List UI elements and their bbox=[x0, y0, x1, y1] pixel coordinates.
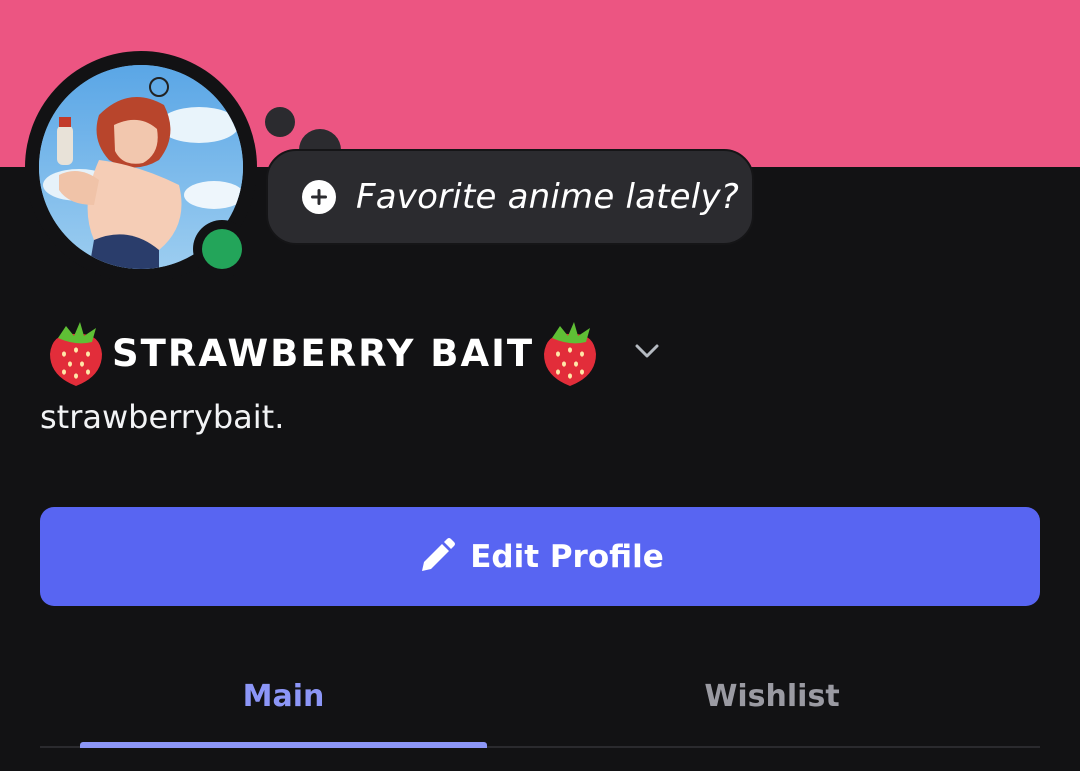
display-name: STRAWBERRY BAIT bbox=[112, 331, 535, 375]
custom-status-bubble[interactable]: Favorite anime lately? bbox=[266, 149, 754, 245]
profile-tabs: Main Wishlist bbox=[40, 650, 1040, 750]
status-bubble-dot-small bbox=[265, 107, 295, 137]
add-status-icon bbox=[302, 180, 336, 214]
strawberry-icon bbox=[544, 322, 597, 386]
username: strawberrybait. bbox=[40, 398, 285, 436]
edit-profile-label: Edit Profile bbox=[470, 538, 664, 575]
edit-profile-button[interactable]: Edit Profile bbox=[40, 507, 1040, 606]
profile-page: Favorite anime lately? STRAWBERRY BAIT s… bbox=[0, 0, 1080, 771]
pencil-icon bbox=[422, 537, 456, 571]
status-prompt-text: Favorite anime lately? bbox=[356, 177, 740, 217]
active-tab-indicator bbox=[80, 742, 487, 748]
online-status-indicator bbox=[202, 229, 242, 269]
display-name-row[interactable]: STRAWBERRY BAIT bbox=[44, 318, 602, 388]
chevron-down-icon[interactable] bbox=[632, 338, 662, 364]
tab-main[interactable]: Main bbox=[80, 650, 487, 742]
tab-wishlist[interactable]: Wishlist bbox=[567, 650, 977, 742]
strawberry-icon bbox=[50, 322, 102, 386]
